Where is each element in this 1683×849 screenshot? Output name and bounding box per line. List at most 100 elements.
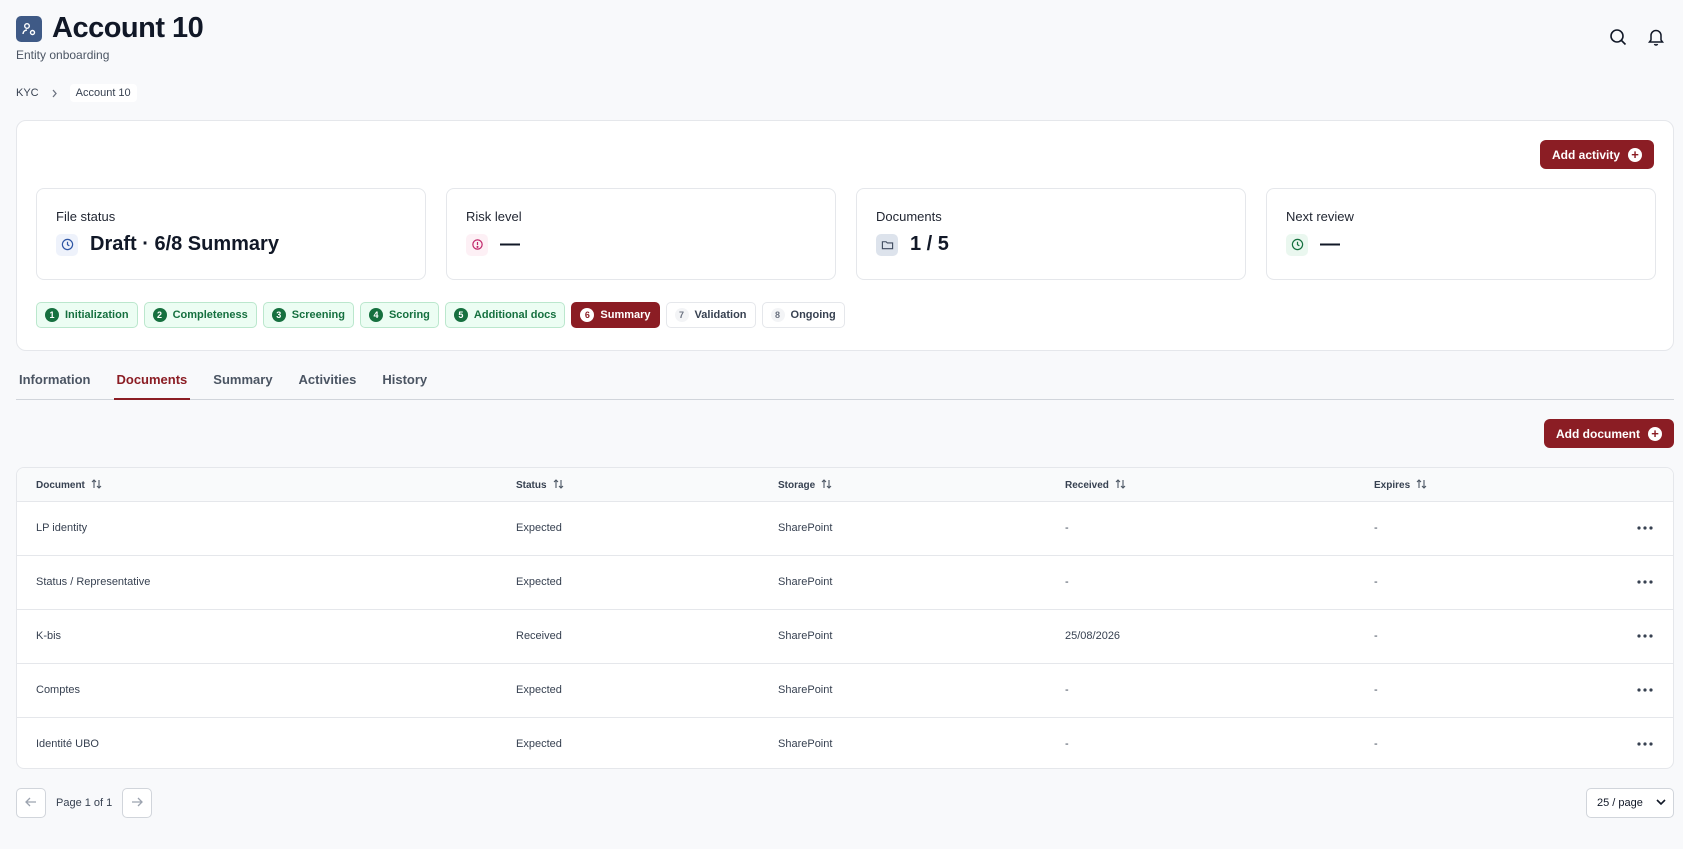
column-label: Document xyxy=(36,480,85,491)
tab-bar: Information Documents Summary Activities… xyxy=(16,362,1674,400)
next-page-button[interactable] xyxy=(122,788,153,818)
cell-received: 25/08/2026 xyxy=(1065,630,1121,642)
bell-icon[interactable] xyxy=(1645,26,1667,48)
table-row[interactable]: Status / Representative Expected SharePo… xyxy=(17,556,1673,610)
cell-document: Comptes xyxy=(36,684,81,696)
step-screening[interactable]: 3 Screening xyxy=(262,302,354,328)
step-number: 1 xyxy=(45,308,59,322)
stat-label: Next review xyxy=(1286,209,1354,224)
breadcrumb: KYC Account 10 xyxy=(16,84,137,102)
add-document-label: Add document xyxy=(1556,426,1640,441)
stat-card-documents: Documents 1 / 5 xyxy=(856,188,1246,280)
page-indicator: Page 1 of 1 xyxy=(56,797,113,809)
cell-expires: - xyxy=(1374,576,1378,588)
table-row[interactable]: K-bis Received SharePoint 25/08/2026 - xyxy=(17,610,1673,664)
column-header-storage[interactable]: Storage xyxy=(778,479,832,492)
cell-storage: SharePoint xyxy=(778,738,833,750)
table-row[interactable]: Comptes Expected SharePoint - - xyxy=(17,664,1673,718)
step-label: Scoring xyxy=(388,309,430,321)
breadcrumb-root[interactable]: KYC xyxy=(16,87,39,99)
step-additional-docs[interactable]: 5 Additional docs xyxy=(444,302,566,328)
stat-value: — xyxy=(500,233,520,255)
step-label: Screening xyxy=(291,309,345,321)
plus-circle-icon: + xyxy=(1628,147,1642,162)
cell-status: Expected xyxy=(516,684,562,696)
stat-value: 1 / 5 xyxy=(910,233,949,255)
cell-expires: - xyxy=(1374,738,1378,750)
more-horizontal-icon[interactable] xyxy=(1635,574,1655,590)
column-header-document[interactable]: Document xyxy=(36,479,102,492)
stat-value: Draft · 6/8 Summary xyxy=(90,233,279,255)
step-label: Summary xyxy=(600,309,651,321)
step-completeness[interactable]: 2 Completeness xyxy=(143,302,257,328)
cell-expires: - xyxy=(1374,630,1378,642)
more-horizontal-icon[interactable] xyxy=(1635,628,1655,644)
header-actions xyxy=(1607,26,1667,48)
step-number: 2 xyxy=(152,308,167,322)
step-ongoing[interactable]: 8 Ongoing xyxy=(761,302,845,328)
step-validation[interactable]: 7 Validation xyxy=(665,302,756,328)
column-header-expires[interactable]: Expires xyxy=(1374,479,1427,492)
add-document-button[interactable]: Add document + xyxy=(1544,419,1674,448)
cell-status: Expected xyxy=(516,576,562,588)
step-label: Additional docs xyxy=(473,309,557,321)
column-label: Expires xyxy=(1374,480,1411,491)
stat-card-file-status: File status Draft · 6/8 Summary xyxy=(36,188,426,280)
plus-circle-icon: + xyxy=(1648,426,1662,441)
cell-status: Expected xyxy=(516,738,562,750)
arrow-left-icon xyxy=(25,797,37,810)
page-size-select[interactable]: 25 / page xyxy=(1586,788,1674,818)
clock-icon xyxy=(1286,233,1308,256)
step-scoring[interactable]: 4 Scoring xyxy=(359,302,439,328)
previous-page-button[interactable] xyxy=(16,788,46,818)
chevron-right-icon xyxy=(51,89,58,98)
step-label: Completeness xyxy=(172,309,248,321)
pagination: Page 1 of 1 xyxy=(16,788,153,818)
more-horizontal-icon[interactable] xyxy=(1635,736,1655,752)
cell-received: - xyxy=(1065,738,1069,750)
tab-activities[interactable]: Activities xyxy=(296,362,360,400)
entity-icon xyxy=(16,15,42,42)
step-number: 8 xyxy=(770,308,785,322)
step-summary[interactable]: 6 Summary xyxy=(571,302,660,328)
column-label: Status xyxy=(516,480,547,491)
stat-label: File status xyxy=(56,209,116,224)
stat-label: Risk level xyxy=(466,209,522,224)
add-activity-button[interactable]: Add activity + xyxy=(1539,140,1654,169)
add-activity-label: Add activity xyxy=(1551,147,1620,162)
table-header: Document Status Storage Received Expires xyxy=(17,468,1673,502)
column-header-status[interactable]: Status xyxy=(516,479,564,492)
cell-expires: - xyxy=(1374,684,1378,696)
tab-information[interactable]: Information xyxy=(16,362,94,400)
cell-storage: SharePoint xyxy=(778,684,833,696)
workflow-steps: 1 Initialization 2 Completeness 3 Screen… xyxy=(36,302,845,328)
step-number: 6 xyxy=(580,308,595,322)
cell-document: LP identity xyxy=(36,522,88,534)
documents-table: Document Status Storage Received Expires… xyxy=(16,467,1674,769)
stat-value: — xyxy=(1320,233,1340,255)
search-icon[interactable] xyxy=(1607,26,1629,48)
page-subtitle: Entity onboarding xyxy=(16,48,110,62)
cell-expires: - xyxy=(1374,522,1378,534)
table-row[interactable]: Identité UBO Expected SharePoint - - xyxy=(17,718,1673,768)
sort-icon xyxy=(91,479,102,492)
chevron-down-icon xyxy=(1656,797,1666,809)
step-initialization[interactable]: 1 Initialization xyxy=(36,302,138,328)
more-horizontal-icon[interactable] xyxy=(1635,682,1655,698)
tab-documents[interactable]: Documents xyxy=(113,362,191,400)
stat-card-next-review: Next review — xyxy=(1266,188,1656,280)
step-label: Ongoing xyxy=(790,309,836,321)
clock-icon xyxy=(56,233,78,256)
stat-cards: File status Draft · 6/8 Summary Risk lev… xyxy=(36,188,1656,280)
more-horizontal-icon[interactable] xyxy=(1635,520,1655,536)
page-title: Account 10 xyxy=(52,12,204,44)
column-header-received[interactable]: Received xyxy=(1065,479,1126,492)
step-label: Validation xyxy=(694,309,747,321)
table-row[interactable]: LP identity Expected SharePoint - - xyxy=(17,502,1673,556)
cell-storage: SharePoint xyxy=(778,576,833,588)
breadcrumb-current: Account 10 xyxy=(69,84,137,102)
tab-history[interactable]: History xyxy=(379,362,430,400)
stat-label: Documents xyxy=(876,209,942,224)
folder-icon xyxy=(876,233,898,256)
tab-summary[interactable]: Summary xyxy=(210,362,275,400)
